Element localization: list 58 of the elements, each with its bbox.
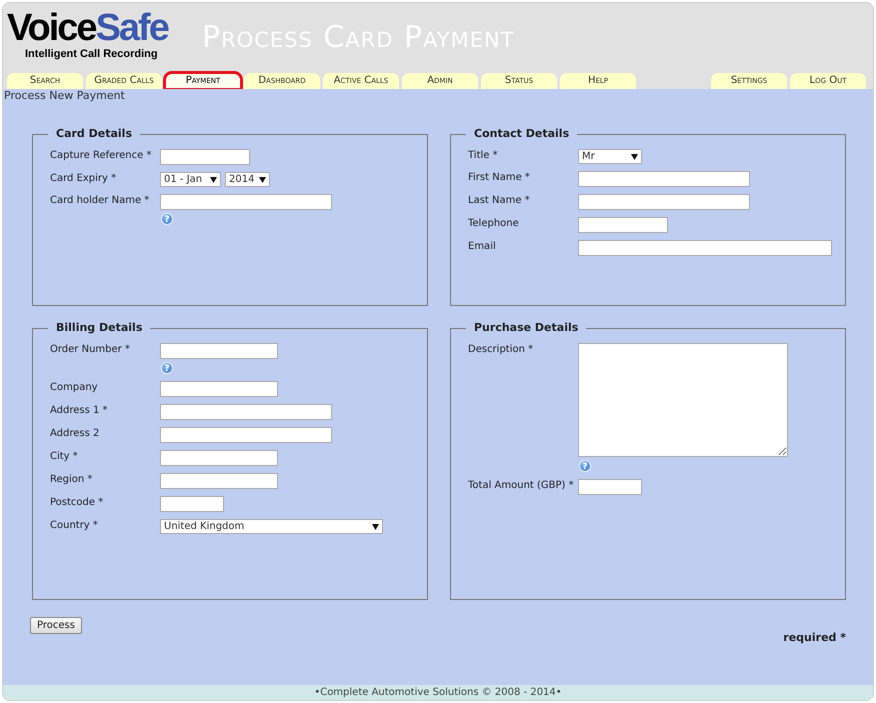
dropdown-arrow-icon <box>259 176 266 182</box>
footer-text: •Complete Automotive Solutions © 2008 - 2014• <box>3 685 873 700</box>
required-note: required * <box>783 630 846 646</box>
dropdown-arrow-icon <box>372 524 379 530</box>
nav-tab[interactable]: Search <box>7 73 83 89</box>
dropdown-arrow-icon <box>631 154 638 160</box>
logo-wordmark: VoiceSafe <box>7 9 170 47</box>
nav-tab[interactable]: Help <box>560 73 636 89</box>
field-label: Card Expiry * <box>50 172 118 185</box>
nav-tab[interactable]: Graded Calls <box>86 73 162 89</box>
field-label: Order Number * <box>50 343 131 356</box>
text-field[interactable] <box>160 427 332 443</box>
field-label: Country * <box>50 519 99 532</box>
nav-tab[interactable]: Admin <box>402 73 478 89</box>
text-field[interactable] <box>160 496 224 512</box>
dropdown[interactable]: United Kingdom <box>160 519 383 534</box>
breadcrumb: Process New Payment <box>3 89 126 103</box>
field-label: Total Amount (GBP) * <box>468 479 575 492</box>
nav-tab[interactable]: Status <box>481 73 557 89</box>
dropdown[interactable]: 2014 <box>225 172 270 187</box>
field-label: Description * <box>468 343 534 356</box>
text-field[interactable] <box>578 194 750 210</box>
text-field[interactable] <box>160 381 278 397</box>
logo-tagline: Intelligent Call Recording <box>24 47 159 61</box>
nav-tab[interactable]: Settings <box>711 73 787 89</box>
field-label: Company <box>50 381 99 394</box>
text-field[interactable] <box>160 149 250 165</box>
dropdown[interactable]: 01 - Jan <box>160 172 221 187</box>
section-title: Billing Details <box>48 321 150 335</box>
field-label: Address 2 <box>50 427 100 440</box>
text-field[interactable] <box>160 194 332 210</box>
field-label: Capture Reference * <box>50 149 152 162</box>
field-label: Region * <box>50 473 94 486</box>
field-label: Email <box>468 240 497 253</box>
field-label: Address 1 * <box>50 404 109 417</box>
process-button[interactable]: Process <box>30 617 82 634</box>
nav-tab[interactable]: Log Out <box>790 73 866 89</box>
field-label: Last Name * <box>468 194 531 207</box>
text-field[interactable] <box>578 240 832 256</box>
description-textarea[interactable] <box>578 343 788 457</box>
text-field[interactable] <box>578 217 668 233</box>
field-label: Postcode * <box>50 496 104 509</box>
field-label: Card holder Name * <box>50 194 150 207</box>
text-field[interactable] <box>578 171 750 187</box>
field-label: Title * <box>468 149 499 162</box>
text-field[interactable] <box>160 450 278 466</box>
nav-tab[interactable]: Payment <box>165 73 241 89</box>
nav-tab[interactable]: Active Calls <box>323 73 399 89</box>
text-field[interactable] <box>160 473 278 489</box>
text-field[interactable] <box>160 343 278 359</box>
dropdown[interactable]: Mr <box>578 149 642 164</box>
dropdown-arrow-icon <box>210 176 217 182</box>
nav-tab[interactable]: Dashboard <box>244 73 320 89</box>
field-label: Telephone <box>468 217 520 230</box>
field-label: City * <box>50 450 79 463</box>
text-field[interactable] <box>160 404 332 420</box>
field-label: First Name * <box>468 171 531 184</box>
text-field[interactable] <box>578 479 642 495</box>
